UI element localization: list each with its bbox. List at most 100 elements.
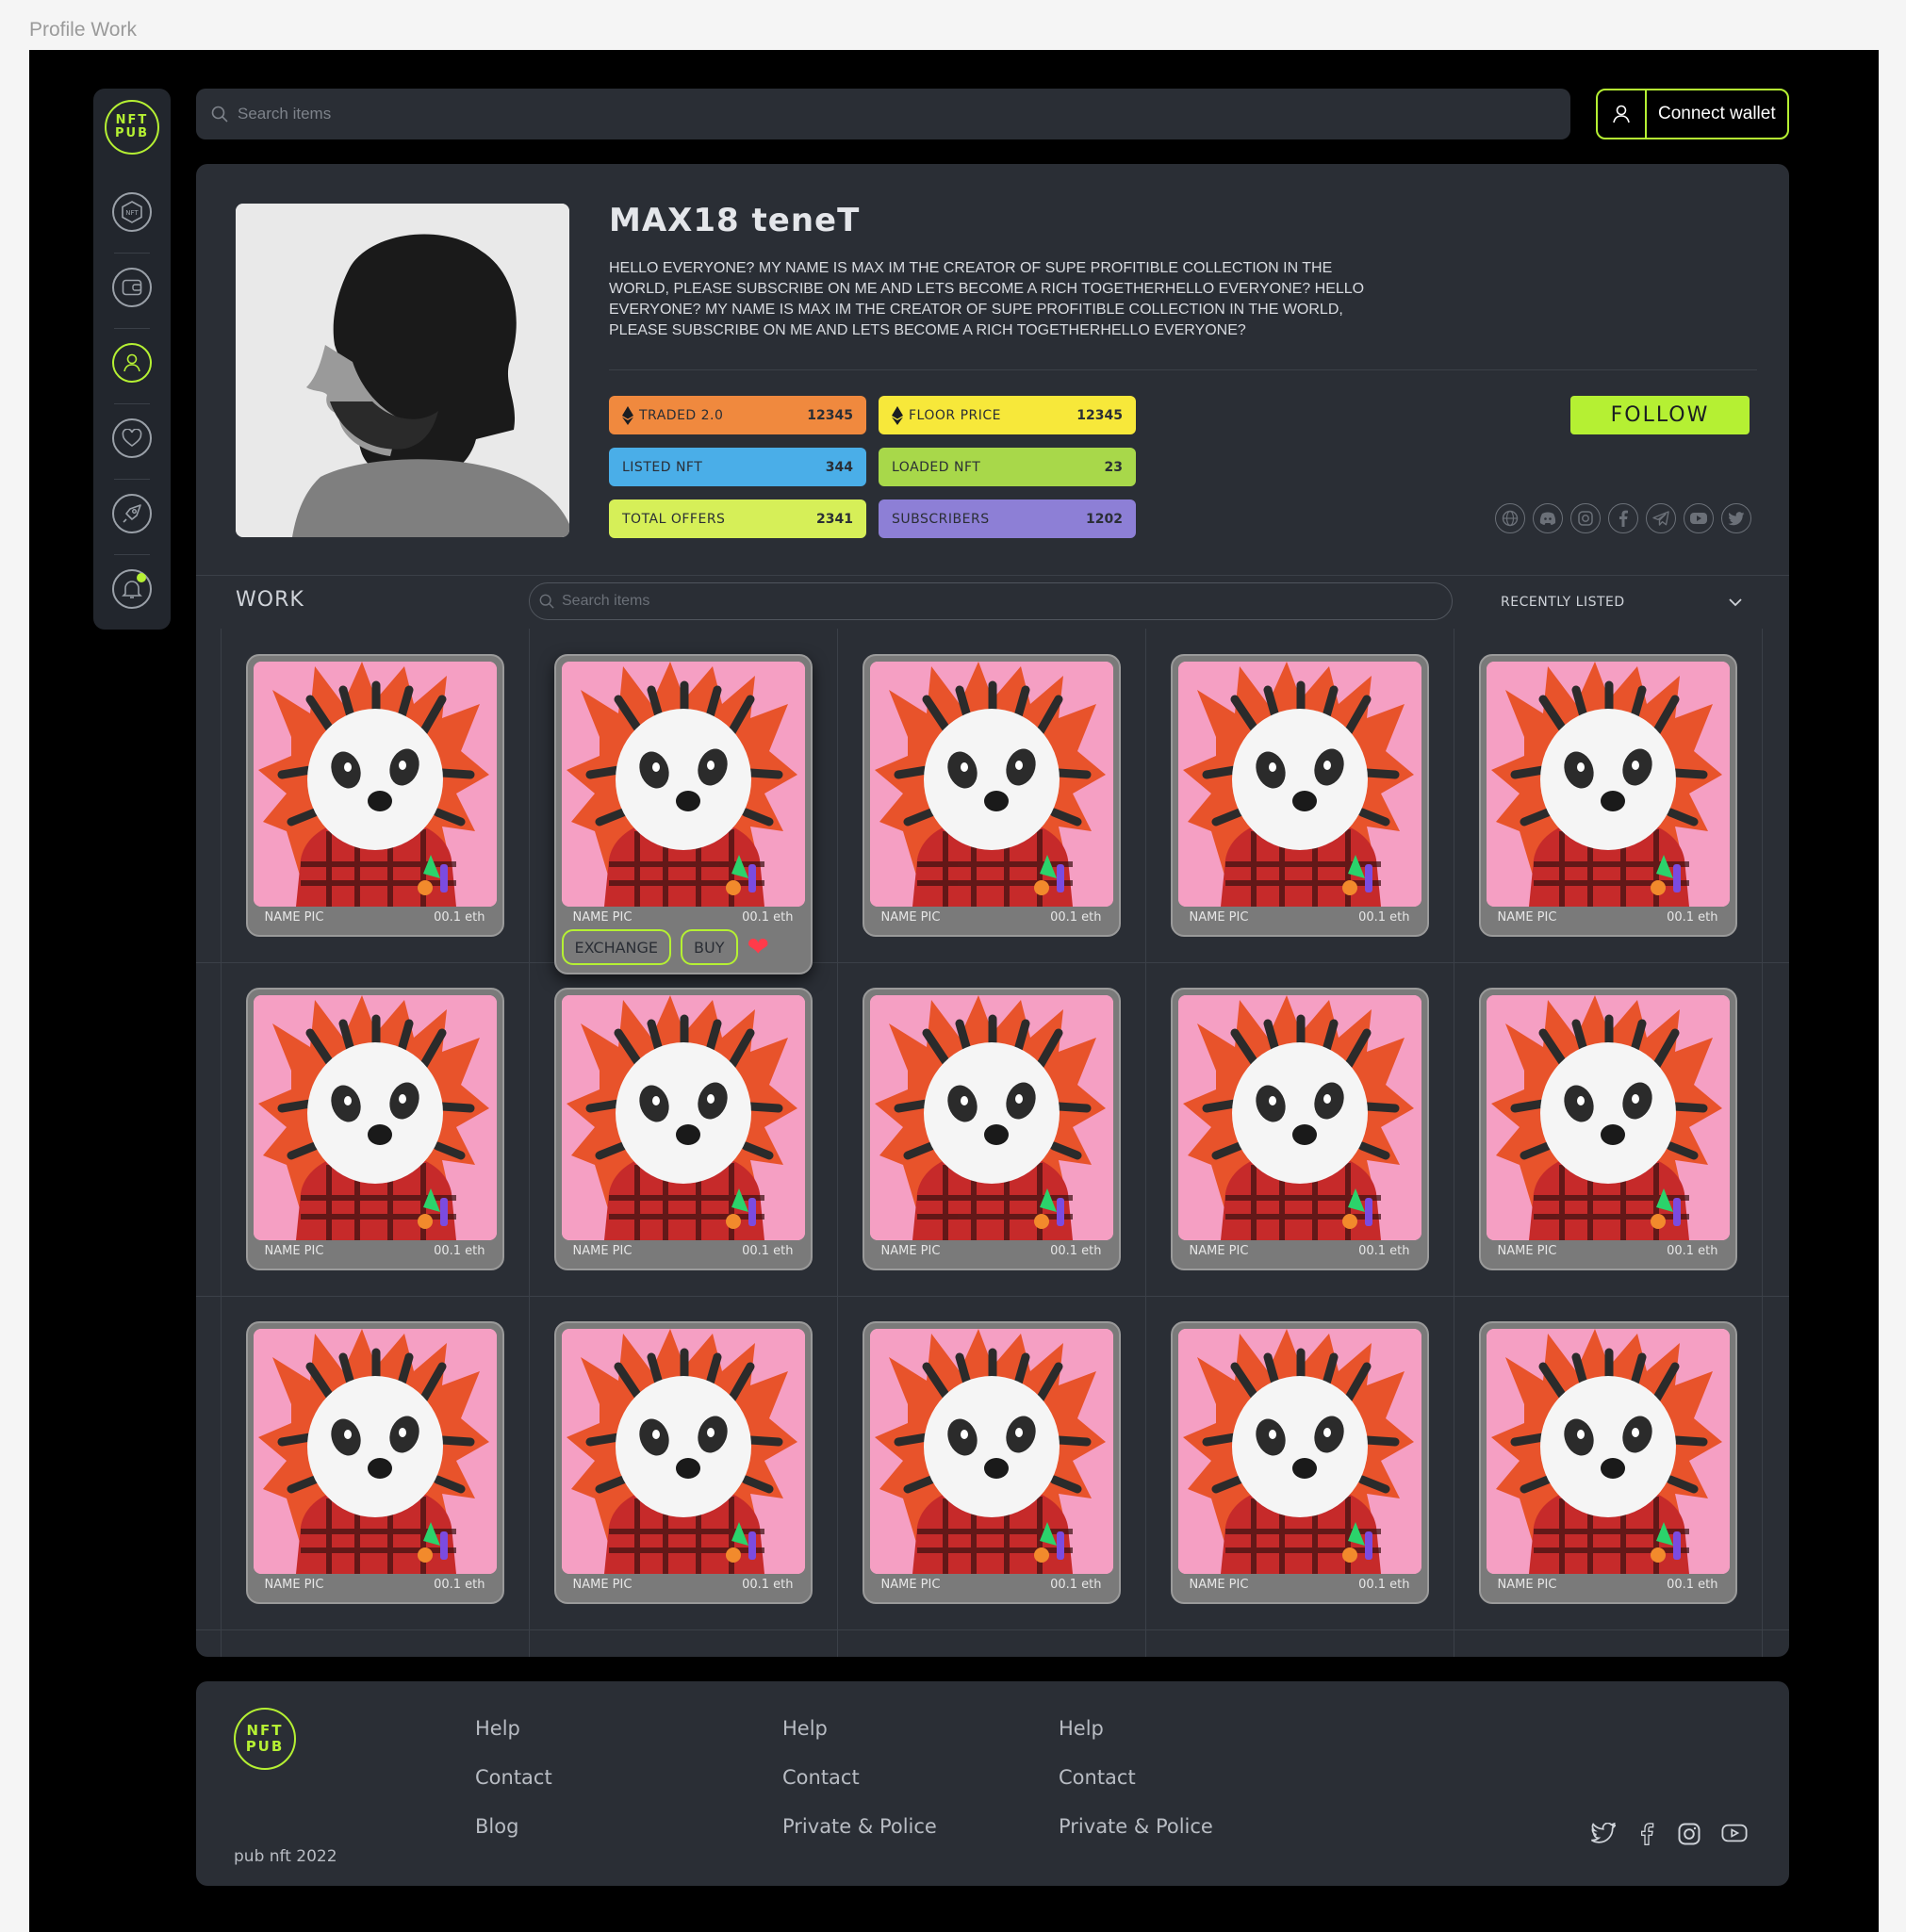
nft-card-price: 00.1 eth [1358, 1578, 1410, 1592]
connect-wallet-label: Connect wallet [1658, 104, 1776, 123]
nft-card[interactable]: NAME PIC 00.1 eth [862, 1321, 1121, 1604]
nft-card-price: 00.1 eth [1050, 910, 1102, 925]
instagram-icon[interactable] [1678, 1823, 1701, 1845]
stat-label: LOADED NFT [892, 459, 981, 475]
divider [114, 328, 150, 329]
nft-card-image[interactable] [1486, 1329, 1730, 1574]
footer-link-help[interactable]: Help [475, 1717, 552, 1740]
sidebar-item-wallet[interactable] [112, 268, 152, 307]
exchange-button[interactable]: EXCHANGE [561, 929, 672, 965]
facebook-icon[interactable] [1608, 503, 1638, 533]
footer-link-contact[interactable]: Contact [782, 1766, 937, 1789]
divider [609, 369, 1757, 370]
nft-card[interactable]: NAME PIC 00.1 eth [245, 654, 504, 937]
nft-card[interactable]: NAME PIC 00.1 eth [862, 988, 1121, 1270]
top-search-bar[interactable] [196, 89, 1570, 139]
stat-subscribers: SUBSCRIBERS 1202 [879, 499, 1136, 538]
sidebar-item-launch[interactable] [112, 494, 152, 533]
twitter-icon[interactable] [1721, 503, 1751, 533]
footer-column-3: Help Contact Private & Police [1059, 1717, 1213, 1838]
youtube-icon[interactable] [1684, 503, 1714, 533]
footer-link-privacy[interactable]: Private & Police [1059, 1815, 1213, 1838]
nft-card[interactable]: NAME PIC 00.1 eth [1478, 654, 1737, 937]
stat-listed-nft: LISTED NFT 344 [609, 448, 866, 486]
nft-card-image[interactable] [1177, 662, 1421, 907]
search-input[interactable] [238, 105, 803, 123]
nft-panda-image [869, 1329, 1113, 1574]
instagram-icon[interactable] [1570, 503, 1601, 533]
stat-value: 344 [825, 459, 853, 475]
search-icon [211, 106, 228, 123]
nft-hexagon-icon: NFT [122, 201, 142, 223]
heart-icon[interactable]: ❤ [748, 934, 769, 960]
nft-card-image[interactable] [1177, 1329, 1421, 1574]
nft-card-image[interactable] [253, 662, 497, 907]
sidebar-item-profile[interactable] [112, 343, 152, 383]
work-search-input[interactable] [562, 593, 1033, 610]
search-icon [539, 594, 554, 609]
nft-card[interactable]: NAME PIC 00.1 eth EXCHANGE BUY ❤ [553, 654, 813, 974]
nft-panda-image [1177, 995, 1421, 1240]
nft-card-image[interactable] [1177, 995, 1421, 1240]
nft-card[interactable]: NAME PIC 00.1 eth [1170, 1321, 1429, 1604]
buy-button[interactable]: BUY [681, 929, 738, 965]
footer-link-contact[interactable]: Contact [475, 1766, 552, 1789]
youtube-icon[interactable] [1721, 1823, 1748, 1843]
nft-card-image[interactable] [561, 1329, 805, 1574]
nft-card[interactable]: NAME PIC 00.1 eth [1170, 654, 1429, 937]
footer-link-help[interactable]: Help [782, 1717, 937, 1740]
nft-panda-image [869, 662, 1113, 907]
nft-card-image[interactable] [869, 1329, 1113, 1574]
nft-card-image[interactable] [1486, 995, 1730, 1240]
stat-floor-price: FLOOR PRICE 12345 [879, 396, 1136, 434]
divider [196, 575, 1789, 576]
follow-button[interactable]: FOLLOW [1570, 396, 1750, 434]
grid-line [196, 1296, 1789, 1297]
nft-card[interactable]: NAME PIC 00.1 eth [553, 988, 813, 1270]
work-search-bar[interactable] [529, 582, 1453, 620]
heart-icon [122, 429, 142, 447]
nft-pub-logo[interactable]: NFT PUB [105, 100, 159, 155]
nft-card-name: NAME PIC [1189, 1578, 1249, 1592]
sidebar-item-favorites[interactable] [112, 418, 152, 458]
nft-card[interactable]: NAME PIC 00.1 eth [245, 1321, 504, 1604]
sort-dropdown[interactable]: RECENTLY LISTED [1501, 590, 1742, 614]
logo-text-top: NFT [115, 113, 149, 127]
rocket-icon [123, 504, 141, 523]
grid-line [1145, 629, 1146, 1657]
nft-card-image[interactable] [1486, 662, 1730, 907]
nft-card-image[interactable] [253, 1329, 497, 1574]
stat-traded: TRADED 2.0 12345 [609, 396, 866, 434]
stat-label: SUBSCRIBERS [892, 511, 990, 527]
sidebar-item-nft[interactable]: NFT [112, 192, 152, 232]
footer-link-help[interactable]: Help [1059, 1717, 1213, 1740]
nft-card-image[interactable] [869, 662, 1113, 907]
nft-card[interactable]: NAME PIC 00.1 eth [1170, 988, 1429, 1270]
notification-dot [137, 573, 146, 582]
nft-card-image[interactable] [561, 662, 805, 907]
footer-logo[interactable]: NFT PUB [234, 1708, 296, 1770]
connect-wallet-button[interactable]: Connect wallet [1596, 89, 1789, 139]
nft-card-name: NAME PIC [1189, 910, 1249, 925]
nft-card[interactable]: NAME PIC 00.1 eth [1478, 1321, 1737, 1604]
nft-card[interactable]: NAME PIC 00.1 eth [553, 1321, 813, 1604]
nft-card[interactable]: NAME PIC 00.1 eth [1478, 988, 1737, 1270]
telegram-icon[interactable] [1646, 503, 1676, 533]
discord-icon[interactable] [1533, 503, 1563, 533]
nft-card-image[interactable] [253, 995, 497, 1240]
nft-card-image[interactable] [869, 995, 1113, 1240]
twitter-icon[interactable] [1591, 1823, 1616, 1843]
nft-card-name: NAME PIC [264, 1244, 324, 1258]
nft-card[interactable]: NAME PIC 00.1 eth [862, 654, 1121, 937]
facebook-icon[interactable] [1636, 1823, 1657, 1845]
nft-panda-image [869, 995, 1113, 1240]
nft-card[interactable]: NAME PIC 00.1 eth [245, 988, 504, 1270]
globe-icon[interactable] [1495, 503, 1525, 533]
nft-card-price: 00.1 eth [1050, 1578, 1102, 1592]
divider [114, 554, 150, 555]
sidebar-item-notifications[interactable] [112, 569, 152, 609]
nft-card-image[interactable] [561, 995, 805, 1240]
footer-link-blog[interactable]: Blog [475, 1815, 552, 1838]
footer-link-contact[interactable]: Contact [1059, 1766, 1213, 1789]
footer-link-privacy[interactable]: Private & Police [782, 1815, 937, 1838]
